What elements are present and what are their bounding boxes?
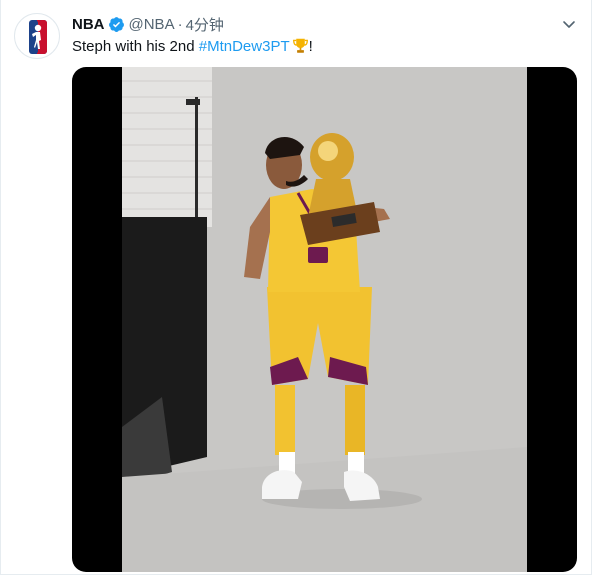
tweet-text: Steph with his 2nd #MtnDew3PT ! [72, 37, 313, 60]
photo-scene [122, 67, 527, 572]
hashtag-link[interactable]: #MtnDew3PT [199, 38, 290, 55]
tweet-text-suffix: ! [308, 38, 313, 55]
avatar[interactable] [14, 13, 60, 59]
media-video[interactable] [72, 67, 577, 572]
media-photo [122, 67, 527, 572]
display-name[interactable]: NBA [72, 16, 105, 33]
tweet[interactable]: NBA @NBA · 4分钟 Steph with his 2nd #MtnDe… [0, 0, 592, 575]
verified-badge-icon [108, 16, 125, 33]
separator: · [177, 15, 183, 33]
nba-logo-icon [29, 20, 47, 54]
trophy-icon [292, 37, 309, 60]
handle[interactable]: @NBA [129, 16, 175, 33]
tweet-header: NBA @NBA · 4分钟 [72, 14, 224, 34]
tweet-text-prefix: Steph with his 2nd [72, 38, 199, 55]
timestamp[interactable]: 4分钟 [186, 14, 224, 35]
more-options-chevron-icon[interactable] [559, 14, 579, 34]
